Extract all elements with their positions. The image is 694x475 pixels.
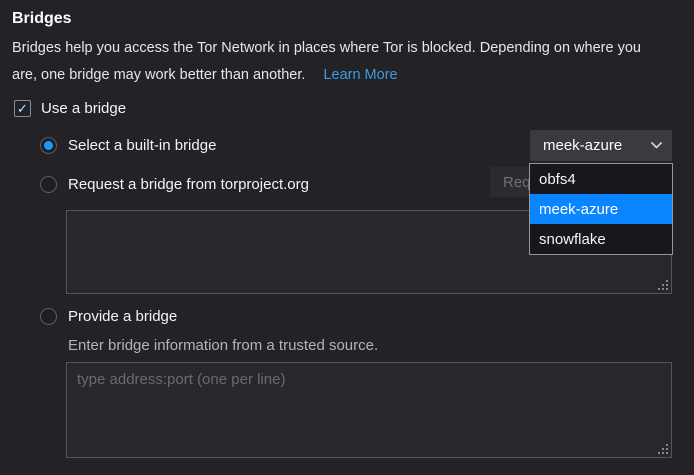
resize-grip-icon[interactable] xyxy=(658,444,669,455)
use-bridge-checkbox[interactable]: ✓ xyxy=(14,100,31,117)
builtin-bridge-radio[interactable] xyxy=(40,137,57,154)
description-line-2-text: are, one bridge may work better than ano… xyxy=(12,67,305,83)
provide-bridge-helper-text: Enter bridge information from a trusted … xyxy=(68,337,378,354)
dropdown-option-snowflake[interactable]: snowflake xyxy=(530,224,672,254)
builtin-bridge-select[interactable]: meek-azure xyxy=(530,130,672,161)
provide-bridge-textarea[interactable] xyxy=(66,362,672,458)
radio-selected-dot xyxy=(44,141,53,150)
use-bridge-label[interactable]: Use a bridge xyxy=(41,100,126,117)
builtin-bridge-label[interactable]: Select a built-in bridge xyxy=(68,137,216,154)
builtin-bridge-select-value: meek-azure xyxy=(543,137,651,154)
checkmark-icon: ✓ xyxy=(17,102,28,115)
builtin-bridge-dropdown-popup: obfs4 meek-azure snowflake xyxy=(529,163,673,255)
description-line-2: are, one bridge may work better than ano… xyxy=(12,67,398,83)
description-line-1: Bridges help you access the Tor Network … xyxy=(12,40,641,56)
dropdown-option-meek-azure[interactable]: meek-azure xyxy=(530,194,672,224)
learn-more-link[interactable]: Learn More xyxy=(323,67,397,83)
resize-grip-icon[interactable] xyxy=(658,280,669,291)
provide-bridge-label[interactable]: Provide a bridge xyxy=(68,308,177,325)
chevron-down-icon xyxy=(651,142,662,149)
bridges-settings-panel: Bridges Bridges help you access the Tor … xyxy=(0,0,694,475)
section-title: Bridges xyxy=(12,10,72,28)
request-bridge-label[interactable]: Request a bridge from torproject.org xyxy=(68,176,309,193)
provide-bridge-radio[interactable] xyxy=(40,308,57,325)
dropdown-option-obfs4[interactable]: obfs4 xyxy=(530,164,672,194)
request-bridge-radio[interactable] xyxy=(40,176,57,193)
